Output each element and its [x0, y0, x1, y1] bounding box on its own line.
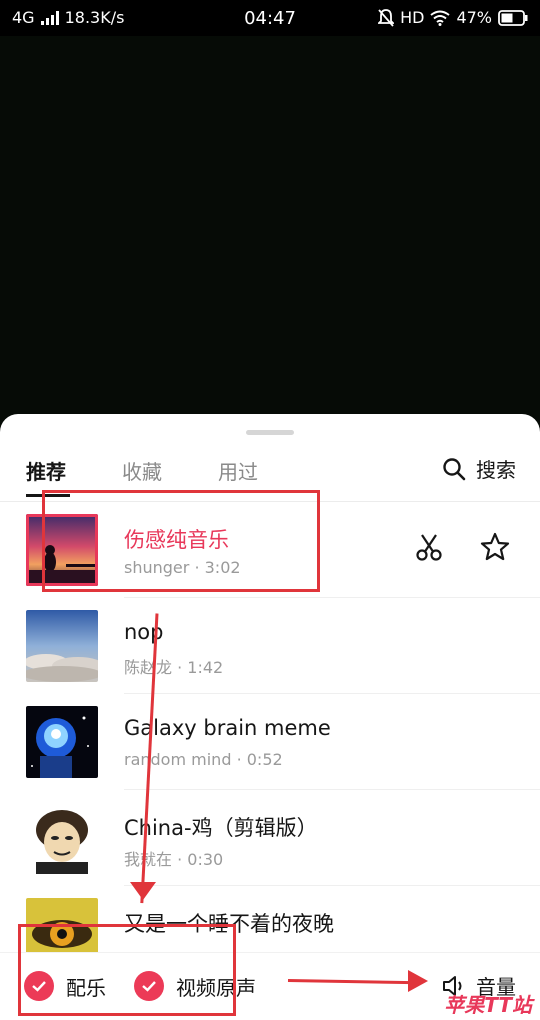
album-cover-meme-face	[26, 802, 98, 874]
battery-percent: 47%	[456, 8, 492, 27]
tab-used[interactable]: 用过	[218, 456, 258, 485]
meta-separator: ·	[177, 658, 183, 677]
song-artist: random mind	[124, 750, 232, 769]
battery-icon	[498, 9, 528, 26]
song-title: Galaxy brain meme	[124, 716, 331, 740]
mute-bell-icon	[378, 8, 395, 27]
song-item[interactable]: Galaxy brain meme random mind · 0:52	[0, 694, 540, 790]
tab-recommended[interactable]: 推荐	[26, 456, 66, 485]
star-icon[interactable]	[480, 532, 510, 562]
song-duration: 0:52	[246, 750, 283, 769]
annotation-arrowhead-right	[408, 970, 428, 992]
song-actions	[414, 532, 510, 562]
song-meta: 我就在 · 0:30	[124, 846, 223, 870]
status-right: HD 47%	[378, 8, 528, 27]
tab-favorites[interactable]: 收藏	[122, 456, 162, 485]
song-artist: 我就在	[124, 850, 173, 869]
search-label: 搜索	[476, 458, 516, 482]
scissors-icon[interactable]	[414, 532, 444, 562]
drag-handle[interactable]	[246, 430, 294, 435]
watermark: 苹果TT站	[444, 993, 532, 1017]
song-item[interactable]: China-鸡（剪辑版） 我就在 · 0:30	[0, 790, 540, 886]
song-meta: 陈赵龙 · 1:42	[124, 654, 223, 678]
meta-separator: ·	[236, 750, 242, 769]
song-item[interactable]: nop 陈赵龙 · 1:42	[0, 598, 540, 694]
search-icon	[443, 457, 466, 480]
search-button[interactable]: 搜索	[442, 454, 516, 483]
annotation-arrowhead-down	[130, 882, 156, 900]
meta-separator: ·	[177, 850, 183, 869]
song-artist: 陈赵龙	[124, 658, 173, 677]
wifi-icon	[430, 10, 451, 26]
hd-indicator: HD	[400, 8, 425, 27]
annotation-box-selected-song	[42, 490, 320, 592]
status-bar: 4G 18.3K/s 04:47 HD 47%	[0, 0, 540, 36]
annotation-box-bottom-toggles	[18, 924, 236, 1016]
song-title: China-鸡（剪辑版）	[124, 816, 318, 840]
video-preview[interactable]	[0, 36, 540, 416]
album-cover-clouds	[26, 610, 98, 682]
song-duration: 1:42	[187, 658, 224, 677]
album-cover-galaxy-brain	[26, 706, 98, 778]
song-duration: 0:30	[187, 850, 224, 869]
